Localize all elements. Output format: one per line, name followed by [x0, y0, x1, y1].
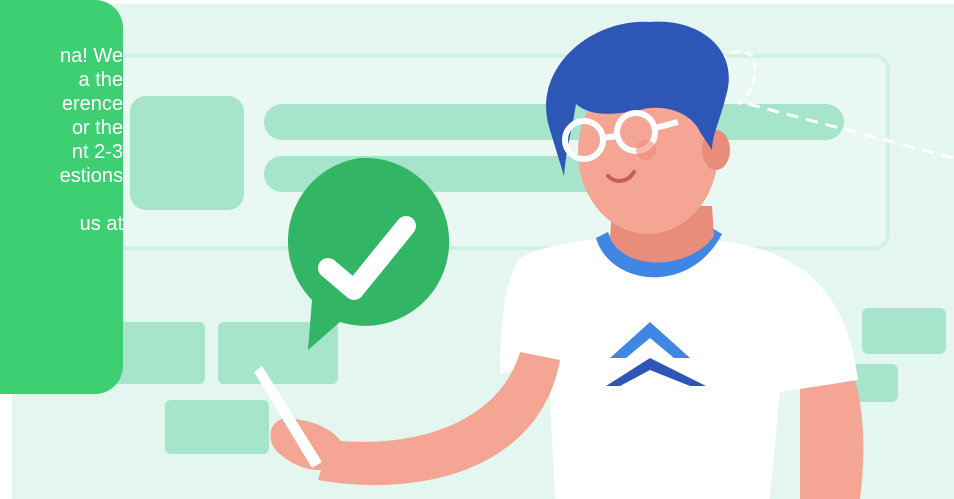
- skeleton-block: [165, 400, 269, 454]
- chat-message-line: or the: [71, 117, 123, 139]
- chat-message-gap: [0, 188, 123, 212]
- skeleton-block: [862, 308, 946, 354]
- wireframe-thumbnail: [130, 96, 244, 210]
- chat-message-bubble: na! We a the erence or the nt 2-3 estion…: [0, 0, 123, 394]
- chat-message-line: nt 2-3: [71, 141, 123, 163]
- hero-illustration: [12, 4, 954, 499]
- chat-message-line: estions: [59, 165, 123, 187]
- chat-message-line: a the: [78, 69, 123, 91]
- chat-message-line: erence: [61, 93, 123, 115]
- chat-message-line: us at: [79, 213, 123, 235]
- chat-message-line: na! We: [60, 45, 123, 67]
